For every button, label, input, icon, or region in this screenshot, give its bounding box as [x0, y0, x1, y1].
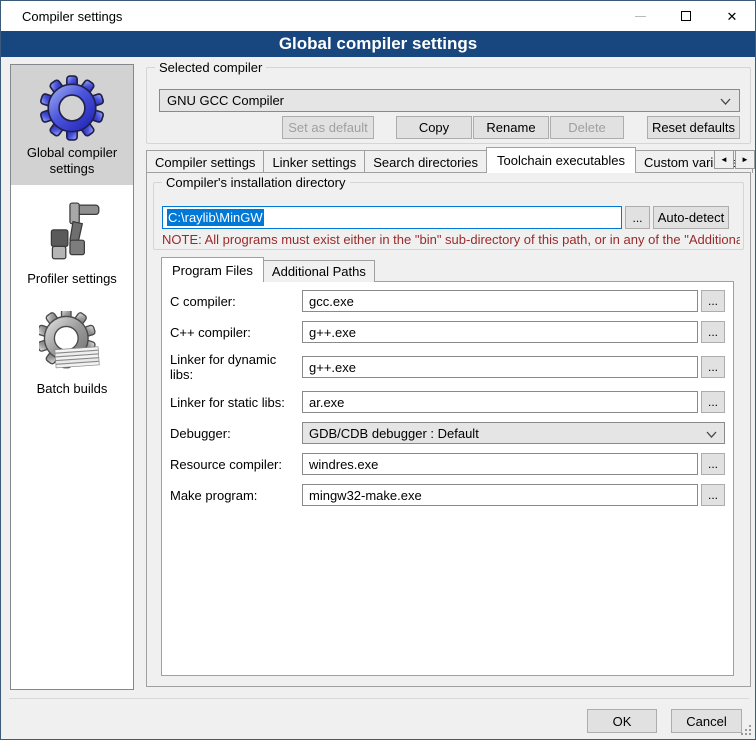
c-compiler-input[interactable]: gcc.exe [302, 290, 698, 312]
compiler-select-value: GNU GCC Compiler [167, 93, 284, 108]
settings-category-list: Global compiler settings Profiler settin… [10, 64, 134, 690]
browse-static-linker-button[interactable]: ... [701, 391, 725, 413]
selected-path-text: C:\raylib\MinGW [167, 209, 264, 226]
tab-toolchain-executables[interactable]: Toolchain executables [486, 147, 636, 173]
delete-button[interactable]: Delete [550, 116, 624, 139]
field-value: ar.exe [309, 395, 344, 410]
sidebar-item-batch-builds[interactable]: Batch builds [11, 301, 133, 405]
settings-tab-strip: Compiler settings Linker settings Search… [146, 147, 756, 173]
page-title: Global compiler settings [1, 31, 755, 57]
selected-compiler-group: Selected compiler GNU GCC Compiler Set a… [146, 67, 751, 144]
browse-dynamic-linker-button[interactable]: ... [701, 356, 725, 378]
debugger-select-value: GDB/CDB debugger : Default [309, 426, 479, 441]
tab-search-directories[interactable]: Search directories [364, 150, 487, 173]
tab-scroll-left-icon[interactable]: ◄ [714, 150, 734, 169]
program-files-tab-strip: Program Files Additional Paths [161, 257, 374, 282]
reset-defaults-button[interactable]: Reset defaults [647, 116, 740, 139]
footer-divider [9, 698, 749, 699]
caliper-icon [39, 201, 105, 267]
sidebar-item-profiler-settings[interactable]: Profiler settings [11, 191, 133, 295]
cpp-compiler-row: C++ compiler: g++.exe ... [170, 321, 725, 343]
browse-cpp-compiler-button[interactable]: ... [701, 321, 725, 343]
field-value: g++.exe [309, 325, 356, 340]
auto-detect-button[interactable]: Auto-detect [653, 206, 729, 229]
field-label: Linker for dynamic libs: [170, 352, 302, 382]
sidebar-item-label: Profiler settings [15, 271, 129, 287]
resource-compiler-input[interactable]: windres.exe [302, 453, 698, 475]
field-label: Debugger: [170, 426, 302, 441]
blue-gear-icon [39, 75, 105, 141]
close-icon: ✕ [727, 10, 738, 23]
dynamic-linker-input[interactable]: g++.exe [302, 356, 698, 378]
field-value: gcc.exe [309, 294, 354, 309]
minimize-icon [635, 16, 646, 17]
installation-directory-group: Compiler's installation directory C:\ray… [153, 182, 744, 250]
field-label: Linker for static libs: [170, 395, 302, 410]
maximize-icon [681, 11, 691, 21]
window-title: Compiler settings [1, 9, 122, 24]
bin-subdirectory-note: NOTE: All programs must exist either in … [162, 232, 740, 247]
field-label: Make program: [170, 488, 302, 503]
field-value: g++.exe [309, 360, 356, 375]
gray-gear-stack-icon [39, 311, 105, 377]
field-label: Resource compiler: [170, 457, 302, 472]
static-linker-row: Linker for static libs: ar.exe ... [170, 391, 725, 413]
compiler-settings-dialog: Compiler settings ✕ Global compiler sett… [0, 0, 756, 740]
field-value: mingw32-make.exe [309, 488, 422, 503]
group-label: Compiler's installation directory [162, 175, 350, 190]
debugger-select[interactable]: GDB/CDB debugger : Default [302, 422, 725, 444]
chevron-down-icon [706, 429, 717, 440]
cancel-button[interactable]: Cancel [671, 709, 742, 733]
program-files-panel: C compiler: gcc.exe ... C++ compiler: g+… [161, 281, 734, 676]
make-program-row: Make program: mingw32-make.exe ... [170, 484, 725, 506]
caption-buttons: ✕ [617, 1, 755, 31]
tab-additional-paths[interactable]: Additional Paths [263, 260, 375, 282]
resource-compiler-row: Resource compiler: windres.exe ... [170, 453, 725, 475]
close-button[interactable]: ✕ [709, 1, 755, 31]
sidebar-item-label: Batch builds [15, 381, 129, 397]
set-as-default-button[interactable]: Set as default [282, 116, 374, 139]
sidebar-item-global-compiler-settings[interactable]: Global compiler settings [11, 65, 133, 185]
tab-compiler-settings[interactable]: Compiler settings [146, 150, 264, 173]
copy-button[interactable]: Copy [396, 116, 472, 139]
ok-button[interactable]: OK [587, 709, 657, 733]
rename-button[interactable]: Rename [473, 116, 549, 139]
tab-scroll-right-icon[interactable]: ► [735, 150, 755, 169]
field-label: C++ compiler: [170, 325, 302, 340]
minimize-button[interactable] [617, 1, 663, 31]
resize-grip[interactable] [740, 724, 752, 736]
browse-directory-button[interactable]: ... [625, 206, 650, 229]
maximize-button[interactable] [663, 1, 709, 31]
browse-make-program-button[interactable]: ... [701, 484, 725, 506]
tab-program-files[interactable]: Program Files [161, 257, 264, 282]
debugger-row: Debugger: GDB/CDB debugger : Default [170, 422, 725, 444]
compiler-select[interactable]: GNU GCC Compiler [159, 89, 740, 112]
title-bar[interactable]: Compiler settings ✕ [1, 1, 755, 31]
field-value: windres.exe [309, 457, 378, 472]
cpp-compiler-input[interactable]: g++.exe [302, 321, 698, 343]
browse-resource-compiler-button[interactable]: ... [701, 453, 725, 475]
chevron-down-icon [720, 96, 731, 107]
installation-directory-input[interactable]: C:\raylib\MinGW [162, 206, 622, 229]
dynamic-linker-row: Linker for dynamic libs: g++.exe ... [170, 352, 725, 382]
static-linker-input[interactable]: ar.exe [302, 391, 698, 413]
c-compiler-row: C compiler: gcc.exe ... [170, 290, 725, 312]
field-label: C compiler: [170, 294, 302, 309]
sidebar-item-label: Global compiler settings [15, 145, 129, 177]
browse-c-compiler-button[interactable]: ... [701, 290, 725, 312]
tab-linker-settings[interactable]: Linker settings [263, 150, 365, 173]
make-program-input[interactable]: mingw32-make.exe [302, 484, 698, 506]
group-label: Selected compiler [155, 60, 266, 75]
tab-scroll-buttons: ◄ ► [713, 150, 755, 169]
